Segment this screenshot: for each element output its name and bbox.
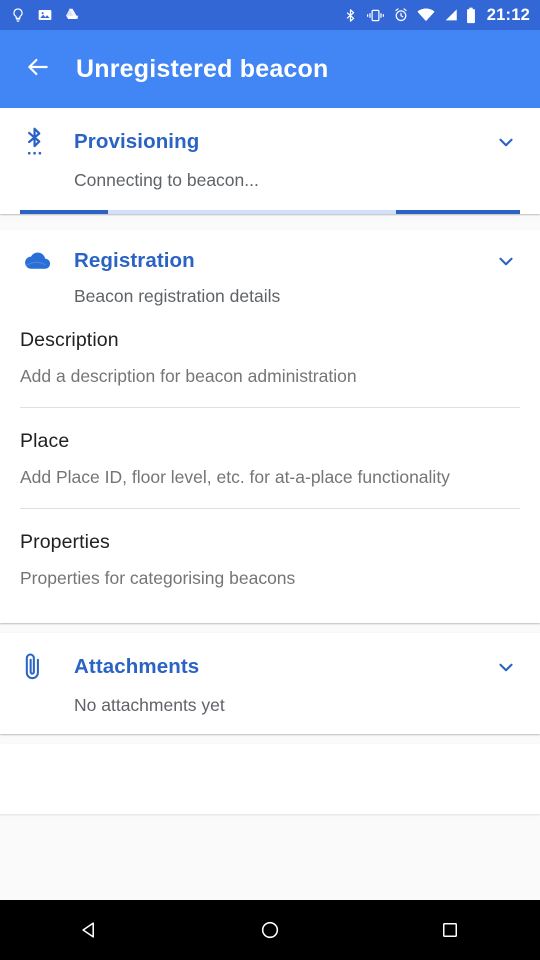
field-value: Properties for categorising beacons: [20, 568, 296, 588]
photos-icon: [37, 7, 53, 23]
back-button[interactable]: [10, 41, 66, 97]
wifi-icon: [417, 8, 435, 22]
attachments-header[interactable]: Attachments: [0, 633, 540, 683]
lightbulb-icon: [10, 7, 26, 23]
field-value: Add Place ID, floor level, etc. for at-a…: [20, 467, 450, 487]
status-bar-notification-icons: [10, 7, 81, 23]
attachments-empty-text: No attachments yet: [74, 695, 225, 715]
chevron-down-icon[interactable]: [492, 131, 520, 153]
field-label: Description: [20, 329, 119, 351]
app-bar: Unregistered beacon: [0, 30, 540, 108]
chevron-down-icon[interactable]: [492, 250, 520, 272]
cloud-icon: [20, 248, 60, 274]
circle-home-icon: [259, 919, 281, 941]
registration-fields: Description Add a description for beacon…: [0, 307, 540, 609]
vibrate-icon: [366, 8, 385, 23]
field-properties[interactable]: Properties Properties for categorising b…: [20, 509, 520, 609]
bluetooth-icon: [343, 7, 358, 24]
battery-icon: [466, 7, 476, 24]
card-attachments: Attachments No attachments yet: [0, 633, 540, 734]
card-bottom-spacer: [0, 609, 540, 623]
bluetooth-searching-icon: [20, 126, 60, 158]
alarm-icon: [393, 7, 409, 23]
status-bar: 21:12: [0, 0, 540, 30]
card-registration: Registration Beacon registration details…: [0, 230, 540, 623]
field-description[interactable]: Description Add a description for beacon…: [20, 307, 520, 407]
progress-segment-2: [396, 210, 520, 214]
nav-recents-button[interactable]: [410, 900, 490, 960]
square-recents-icon: [440, 920, 460, 940]
registration-subtitle: Beacon registration details: [74, 286, 281, 306]
android-navigation-bar: [0, 900, 540, 960]
progress-segment-1: [20, 210, 108, 214]
provisioning-title: Provisioning: [74, 130, 200, 153]
field-label: Properties: [20, 531, 110, 553]
page-title: Unregistered beacon: [76, 54, 329, 83]
provisioning-status-text: Connecting to beacon...: [74, 170, 259, 190]
field-value: Add a description for beacon administrat…: [20, 366, 357, 386]
provisioning-header[interactable]: Provisioning: [0, 108, 540, 158]
nav-back-button[interactable]: [50, 900, 130, 960]
provisioning-progress-bar: [20, 210, 520, 214]
field-place[interactable]: Place Add Place ID, floor level, etc. fo…: [20, 408, 520, 508]
field-label: Place: [20, 430, 70, 452]
content-filler: [0, 744, 540, 814]
nav-home-button[interactable]: [230, 900, 310, 960]
cell-signal-icon: [443, 8, 458, 22]
scroll-content[interactable]: Provisioning Connecting to beacon... Reg…: [0, 108, 540, 900]
arrow-back-icon: [25, 54, 51, 85]
chevron-down-icon[interactable]: [492, 656, 520, 678]
registration-header[interactable]: Registration: [0, 230, 540, 274]
card-provisioning: Provisioning Connecting to beacon...: [0, 108, 540, 214]
registration-title: Registration: [74, 249, 195, 272]
triangle-back-icon: [79, 919, 101, 941]
card-bottom-spacer: [0, 716, 540, 734]
google-drive-icon: [64, 7, 81, 23]
attachment-icon: [20, 651, 60, 683]
status-bar-clock: 21:12: [486, 5, 530, 24]
attachments-title: Attachments: [74, 655, 200, 678]
app-screen: 21:12 Unregistered beacon Provisioning C…: [0, 0, 540, 960]
status-bar-system-icons: 21:12: [343, 6, 530, 25]
